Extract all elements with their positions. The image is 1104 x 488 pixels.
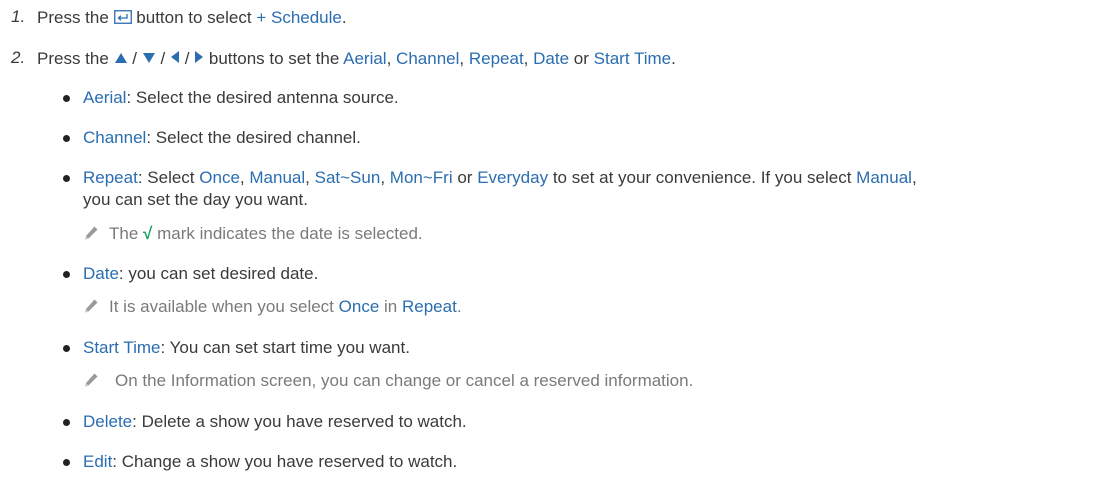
repeat-item-line2: you can set the day you want. bbox=[83, 190, 308, 209]
bullet bbox=[63, 175, 70, 182]
bullet bbox=[63, 419, 70, 426]
schedule-option: + Schedule bbox=[256, 8, 342, 27]
repeat-item: Repeat: Select Once, Manual, Sat~Sun, Mo… bbox=[83, 168, 917, 187]
bullet bbox=[63, 459, 70, 466]
step-2-text: Press the / / / buttons to set the Aeria… bbox=[37, 49, 676, 68]
date-note: It is available when you select Once in … bbox=[83, 296, 462, 318]
pencil-note-icon bbox=[85, 373, 98, 387]
down-arrow-icon bbox=[142, 53, 155, 63]
aerial-item: Aerial: Select the desired antenna sourc… bbox=[83, 88, 399, 107]
right-arrow-icon bbox=[195, 51, 204, 63]
check-mark: √ bbox=[143, 224, 153, 243]
bullet bbox=[63, 271, 70, 278]
pencil-note-icon bbox=[85, 226, 98, 240]
date-item: Date: you can set desired date. bbox=[83, 264, 319, 283]
bullet bbox=[63, 345, 70, 352]
edit-item: Edit: Change a show you have reserved to… bbox=[83, 452, 458, 471]
left-arrow-icon bbox=[170, 51, 179, 63]
delete-item: Delete: Delete a show you have reserved … bbox=[83, 412, 467, 431]
repeat-note: The √ mark indicates the date is selecte… bbox=[83, 223, 423, 245]
start-time-item: Start Time: You can set start time you w… bbox=[83, 338, 410, 357]
step-1-text: Press the button to select + Schedule. bbox=[37, 8, 347, 27]
pencil-note-icon bbox=[85, 299, 98, 313]
step-number: 1. bbox=[11, 7, 26, 26]
start-time-note: On the Information screen, you can chang… bbox=[83, 370, 693, 392]
manual-page: 1. Press the button to select + Schedule… bbox=[0, 0, 1104, 488]
up-arrow-icon bbox=[114, 53, 127, 63]
step-number: 2. bbox=[11, 48, 26, 67]
channel-item: Channel: Select the desired channel. bbox=[83, 128, 361, 147]
bullet bbox=[63, 135, 70, 142]
enter-button-icon bbox=[113, 10, 132, 24]
bullet bbox=[63, 95, 70, 102]
